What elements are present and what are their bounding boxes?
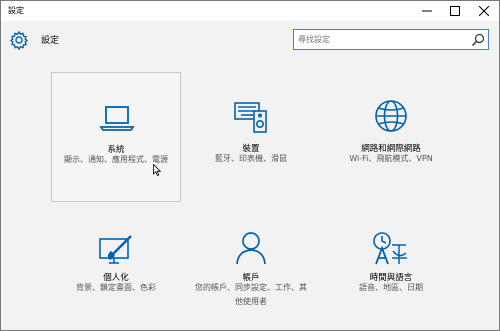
search-icon[interactable] — [471, 33, 485, 47]
laptop-icon — [99, 106, 135, 131]
tile-system[interactable]: 系統 顯示、通知、應用程式、電源 — [51, 72, 181, 202]
globe-icon — [375, 100, 407, 132]
gear-icon — [9, 30, 29, 50]
tile-personalization[interactable]: 個人化 背景、鎖定畫面、色彩 — [51, 206, 181, 331]
search-box[interactable] — [293, 29, 489, 50]
close-button[interactable] — [470, 1, 498, 21]
settings-header: 設定 — [1, 21, 499, 59]
window-title: 設定 — [8, 6, 24, 15]
tile-description: 語音、地區、日期 — [359, 283, 423, 292]
maximize-button[interactable] — [441, 1, 469, 21]
search-input[interactable] — [298, 32, 468, 47]
close-icon — [479, 6, 489, 16]
tile-accounts[interactable]: 帳戶 您的帳戶、同步設定、工作、其他使用者 — [186, 206, 316, 331]
tile-network[interactable]: 網路和網際網路 Wi-Fi、飛航模式、VPN — [319, 72, 463, 202]
tile-description: 背景、鎖定畫面、色彩 — [76, 283, 156, 292]
mouse-cursor-icon — [153, 164, 161, 176]
minimize-button[interactable] — [413, 1, 441, 21]
tile-description: 藍牙、印表機、滑鼠 — [215, 154, 287, 163]
tile-time-language[interactable]: 時間與語言 語音、地區、日期 — [319, 206, 463, 331]
page-title: 設定 — [41, 36, 60, 46]
minimize-icon — [422, 10, 432, 12]
tile-devices[interactable]: 裝置 藍牙、印表機、滑鼠 — [186, 72, 316, 202]
tile-description: Wi-Fi、飛航模式、VPN — [349, 154, 433, 163]
person-icon — [236, 232, 266, 265]
maximize-icon — [450, 6, 460, 16]
paint-brush-icon — [99, 235, 132, 264]
tile-description: 您的帳戶、同步設定、工作、其他使用者 — [195, 283, 307, 306]
time-language-icon — [373, 232, 407, 265]
keyboard-speaker-icon — [234, 102, 267, 133]
title-bar: 設定 — [1, 1, 499, 21]
settings-window: 設定 設定 尋找設定 系統 顯示、通知、應用程式、電源 裝置 藍牙、印表機、滑鼠… — [0, 0, 500, 331]
